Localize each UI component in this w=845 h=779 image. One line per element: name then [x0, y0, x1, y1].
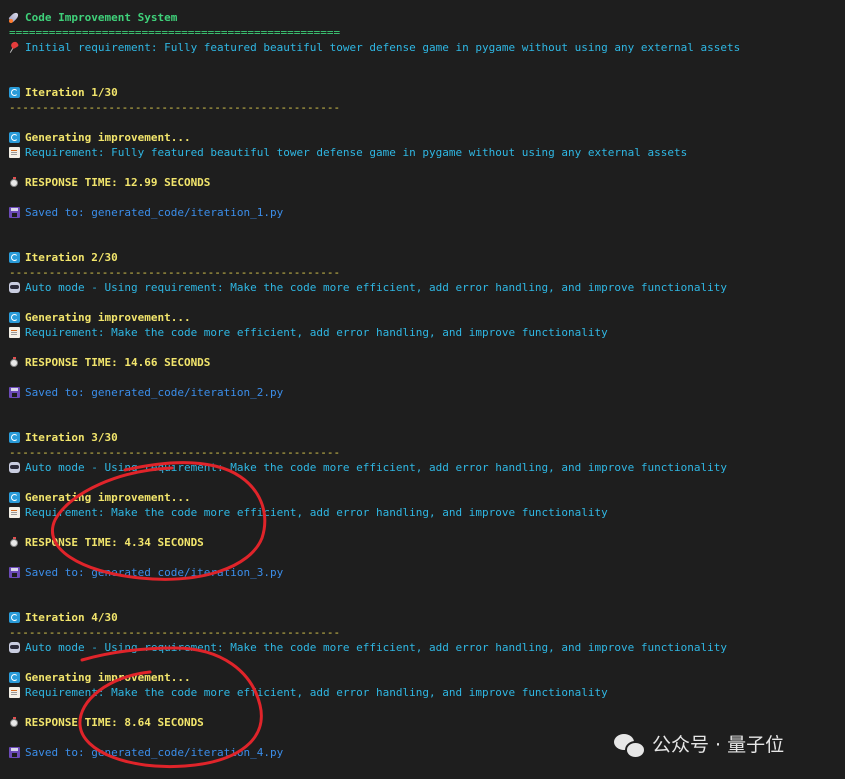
initial-requirement: Initial requirement: Fully featured beau…	[25, 41, 741, 54]
iteration-title: Iteration 1/30	[25, 86, 118, 99]
requirement-line: Requirement: Fully featured beautiful to…	[9, 145, 687, 160]
auto-mode-line: Auto mode - Using requirement: Make the …	[9, 460, 727, 475]
requirement-text: Requirement: Fully featured beautiful to…	[25, 146, 688, 159]
iteration-separator: ----------------------------------------…	[9, 101, 341, 114]
cycle-icon	[9, 132, 20, 143]
robot-icon	[9, 462, 20, 473]
initial-requirement-line: Initial requirement: Fully featured beau…	[9, 40, 740, 55]
auto-mode-text: Auto mode - Using requirement: Make the …	[25, 461, 727, 474]
generating-text: Generating improvement...	[25, 131, 191, 144]
watermark-text: 公众号 · 量子位	[652, 733, 785, 756]
generating-line: Generating improvement...	[9, 310, 191, 325]
stopwatch-icon	[9, 537, 20, 548]
saved-path: Saved to: generated_code/iteration_3.py	[25, 566, 284, 579]
requirement-line: Requirement: Make the code more efficien…	[9, 685, 608, 700]
saved-path: Saved to: generated_code/iteration_1.py	[25, 206, 284, 219]
stopwatch-icon	[9, 357, 20, 368]
iteration-title: Iteration 2/30	[25, 251, 118, 264]
stopwatch-icon	[9, 717, 20, 728]
auto-mode-text: Auto mode - Using requirement: Make the …	[25, 281, 727, 294]
saved-path: Saved to: generated_code/iteration_4.py	[25, 746, 284, 759]
requirement-line: Requirement: Make the code more efficien…	[9, 325, 608, 340]
iteration-title: Iteration 3/30	[25, 431, 118, 444]
saved-line: Saved to: generated_code/iteration_2.py	[9, 385, 283, 400]
generating-text: Generating improvement...	[25, 491, 191, 504]
floppy-disk-icon	[9, 207, 20, 218]
response-time: RESPONSE TIME: 4.34 SECONDS	[25, 536, 204, 549]
rocket-icon	[9, 12, 20, 23]
iteration-separator: ----------------------------------------…	[9, 626, 341, 639]
generating-line: Generating improvement...	[9, 130, 191, 145]
response-time-line: RESPONSE TIME: 8.64 SECONDS	[9, 715, 204, 730]
memo-icon	[9, 147, 20, 158]
response-time-line: RESPONSE TIME: 14.66 SECONDS	[9, 355, 210, 370]
iteration-title-line: Iteration 1/30	[9, 85, 118, 100]
generating-text: Generating improvement...	[25, 311, 191, 324]
auto-mode-line: Auto mode - Using requirement: Make the …	[9, 280, 727, 295]
response-time-line: RESPONSE TIME: 4.34 SECONDS	[9, 535, 204, 550]
generating-line: Generating improvement...	[9, 490, 191, 505]
wechat-icon	[614, 733, 646, 759]
floppy-disk-icon	[9, 747, 20, 758]
cycle-icon	[9, 87, 20, 98]
iteration-title-line: Iteration 3/30	[9, 430, 118, 445]
saved-line: Saved to: generated_code/iteration_3.py	[9, 565, 283, 580]
robot-icon	[9, 282, 20, 293]
response-time: RESPONSE TIME: 8.64 SECONDS	[25, 716, 204, 729]
floppy-disk-icon	[9, 387, 20, 398]
stopwatch-icon	[9, 177, 20, 188]
requirement-text: Requirement: Make the code more efficien…	[25, 506, 608, 519]
iteration-title-line: Iteration 4/30	[9, 610, 118, 625]
cycle-icon	[9, 492, 20, 503]
memo-icon	[9, 507, 20, 518]
system-title: Code Improvement System	[25, 11, 178, 24]
memo-icon	[9, 327, 20, 338]
annotation-circle-iteration-3	[51, 461, 267, 581]
cycle-icon	[9, 252, 20, 263]
memo-icon	[9, 687, 20, 698]
saved-path: Saved to: generated_code/iteration_2.py	[25, 386, 284, 399]
response-time-line: RESPONSE TIME: 12.99 SECONDS	[9, 175, 210, 190]
cycle-icon	[9, 312, 20, 323]
saved-line: Saved to: generated_code/iteration_4.py	[9, 745, 283, 760]
header-separator: ========================================…	[9, 26, 341, 39]
auto-mode-text: Auto mode - Using requirement: Make the …	[25, 641, 727, 654]
iteration-title: Iteration 4/30	[25, 611, 118, 624]
cycle-icon	[9, 672, 20, 683]
iteration-separator: ----------------------------------------…	[9, 446, 341, 459]
iteration-separator: ----------------------------------------…	[9, 266, 341, 279]
cycle-icon	[9, 432, 20, 443]
generating-text: Generating improvement...	[25, 671, 191, 684]
floppy-disk-icon	[9, 567, 20, 578]
response-time: RESPONSE TIME: 12.99 SECONDS	[25, 176, 211, 189]
generating-line: Generating improvement...	[9, 670, 191, 685]
response-time: RESPONSE TIME: 14.66 SECONDS	[25, 356, 211, 369]
auto-mode-line: Auto mode - Using requirement: Make the …	[9, 640, 727, 655]
wechat-watermark: 公众号 · 量子位	[614, 730, 784, 760]
requirement-text: Requirement: Make the code more efficien…	[25, 326, 608, 339]
system-title-line: Code Improvement System	[9, 10, 177, 25]
requirement-line: Requirement: Make the code more efficien…	[9, 505, 608, 520]
saved-line: Saved to: generated_code/iteration_1.py	[9, 205, 283, 220]
requirement-text: Requirement: Make the code more efficien…	[25, 686, 608, 699]
pushpin-icon	[9, 42, 20, 53]
iteration-title-line: Iteration 2/30	[9, 250, 118, 265]
robot-icon	[9, 642, 20, 653]
cycle-icon	[9, 612, 20, 623]
